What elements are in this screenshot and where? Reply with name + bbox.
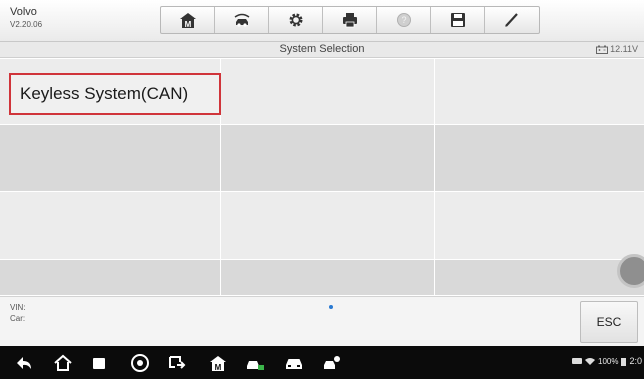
android-nav-bar: M 100% 2:0 xyxy=(0,346,644,379)
home-button[interactable]: M xyxy=(161,7,215,33)
battery-icon xyxy=(621,357,627,366)
grid-cell xyxy=(435,59,644,125)
car-label: Car: xyxy=(10,314,26,323)
svg-text:?: ? xyxy=(401,15,406,25)
title-bar: System Selection 12.11V xyxy=(0,42,644,58)
car-swap-icon xyxy=(234,13,249,27)
grid-cell xyxy=(0,125,221,192)
settings-button[interactable] xyxy=(269,7,323,33)
car-icon xyxy=(286,359,302,369)
grid-row xyxy=(0,192,644,260)
diagnostics-button[interactable] xyxy=(245,353,265,373)
grid-cell xyxy=(221,59,435,125)
floating-assist-button[interactable] xyxy=(617,254,644,288)
svg-text:M: M xyxy=(184,20,191,29)
page-title: System Selection xyxy=(279,43,365,55)
page-indicator xyxy=(329,305,333,309)
grid-cell xyxy=(221,125,435,192)
save-button[interactable] xyxy=(431,7,485,33)
clock: 2:0 xyxy=(629,356,642,366)
grid-cell xyxy=(435,192,644,260)
status-area: 100% 2:0 xyxy=(572,356,642,366)
back-icon xyxy=(17,357,31,369)
car-battery-icon xyxy=(596,45,609,54)
vehicle-brand: Volvo V2.20.06 xyxy=(10,6,42,30)
esc-button[interactable]: ESC xyxy=(580,301,638,343)
grid-cell xyxy=(435,125,644,192)
grid-cell xyxy=(221,192,435,260)
grid-cell xyxy=(221,260,435,296)
vehicle-swap-button[interactable] xyxy=(215,7,269,33)
battery-percent: 100% xyxy=(598,356,619,366)
toolbar-buttons: M ? xyxy=(160,6,540,34)
screen-switch-icon xyxy=(169,356,186,369)
vehicle-make: Volvo xyxy=(10,6,37,18)
pen-icon xyxy=(505,13,518,27)
back-button[interactable] xyxy=(14,353,34,373)
grid-cell xyxy=(0,192,221,260)
printer-icon xyxy=(342,13,357,28)
grid-row xyxy=(0,125,644,192)
home-m-icon: M xyxy=(210,356,226,372)
grid-cell xyxy=(435,260,644,296)
gear-icon xyxy=(289,13,302,27)
browser-button[interactable] xyxy=(130,353,150,373)
grid-cell xyxy=(0,260,221,296)
service-button[interactable] xyxy=(322,353,342,373)
recent-apps-button[interactable] xyxy=(89,353,109,373)
esc-label: ESC xyxy=(596,315,622,329)
svg-text:M: M xyxy=(215,363,222,372)
top-toolbar: Volvo V2.20.06 M ? xyxy=(0,0,644,42)
maxisys-home-button[interactable]: M xyxy=(208,353,228,373)
edit-button[interactable] xyxy=(485,7,539,33)
vehicle-button[interactable] xyxy=(284,353,304,373)
car-service-icon xyxy=(324,356,340,369)
system-grid: Keyless System(CAN) xyxy=(0,59,644,296)
save-icon xyxy=(450,13,465,27)
wifi-icon xyxy=(585,358,596,365)
grid-row xyxy=(0,260,644,296)
vehicle-info-bar: VIN: Car: ESC xyxy=(0,296,644,346)
system-item-keyless[interactable]: Keyless System(CAN) xyxy=(9,73,221,115)
home-icon xyxy=(54,354,72,371)
battery-voltage: 12.11V xyxy=(596,44,638,54)
screen-switch-button[interactable] xyxy=(167,353,187,373)
home-m-icon: M xyxy=(179,13,196,29)
home-nav-button[interactable] xyxy=(53,353,73,373)
voltage-value: 12.11V xyxy=(610,44,638,54)
system-item-label: Keyless System(CAN) xyxy=(20,84,189,103)
recent-apps-icon xyxy=(93,358,105,369)
message-icon xyxy=(572,358,583,364)
help-icon: ? xyxy=(396,13,411,27)
vin-label: VIN: xyxy=(10,303,26,312)
software-version: V2.20.06 xyxy=(10,20,43,29)
chrome-icon xyxy=(131,354,149,372)
help-button[interactable]: ? xyxy=(377,7,431,33)
print-button[interactable] xyxy=(323,7,377,33)
car-diagnostic-icon xyxy=(247,361,264,370)
